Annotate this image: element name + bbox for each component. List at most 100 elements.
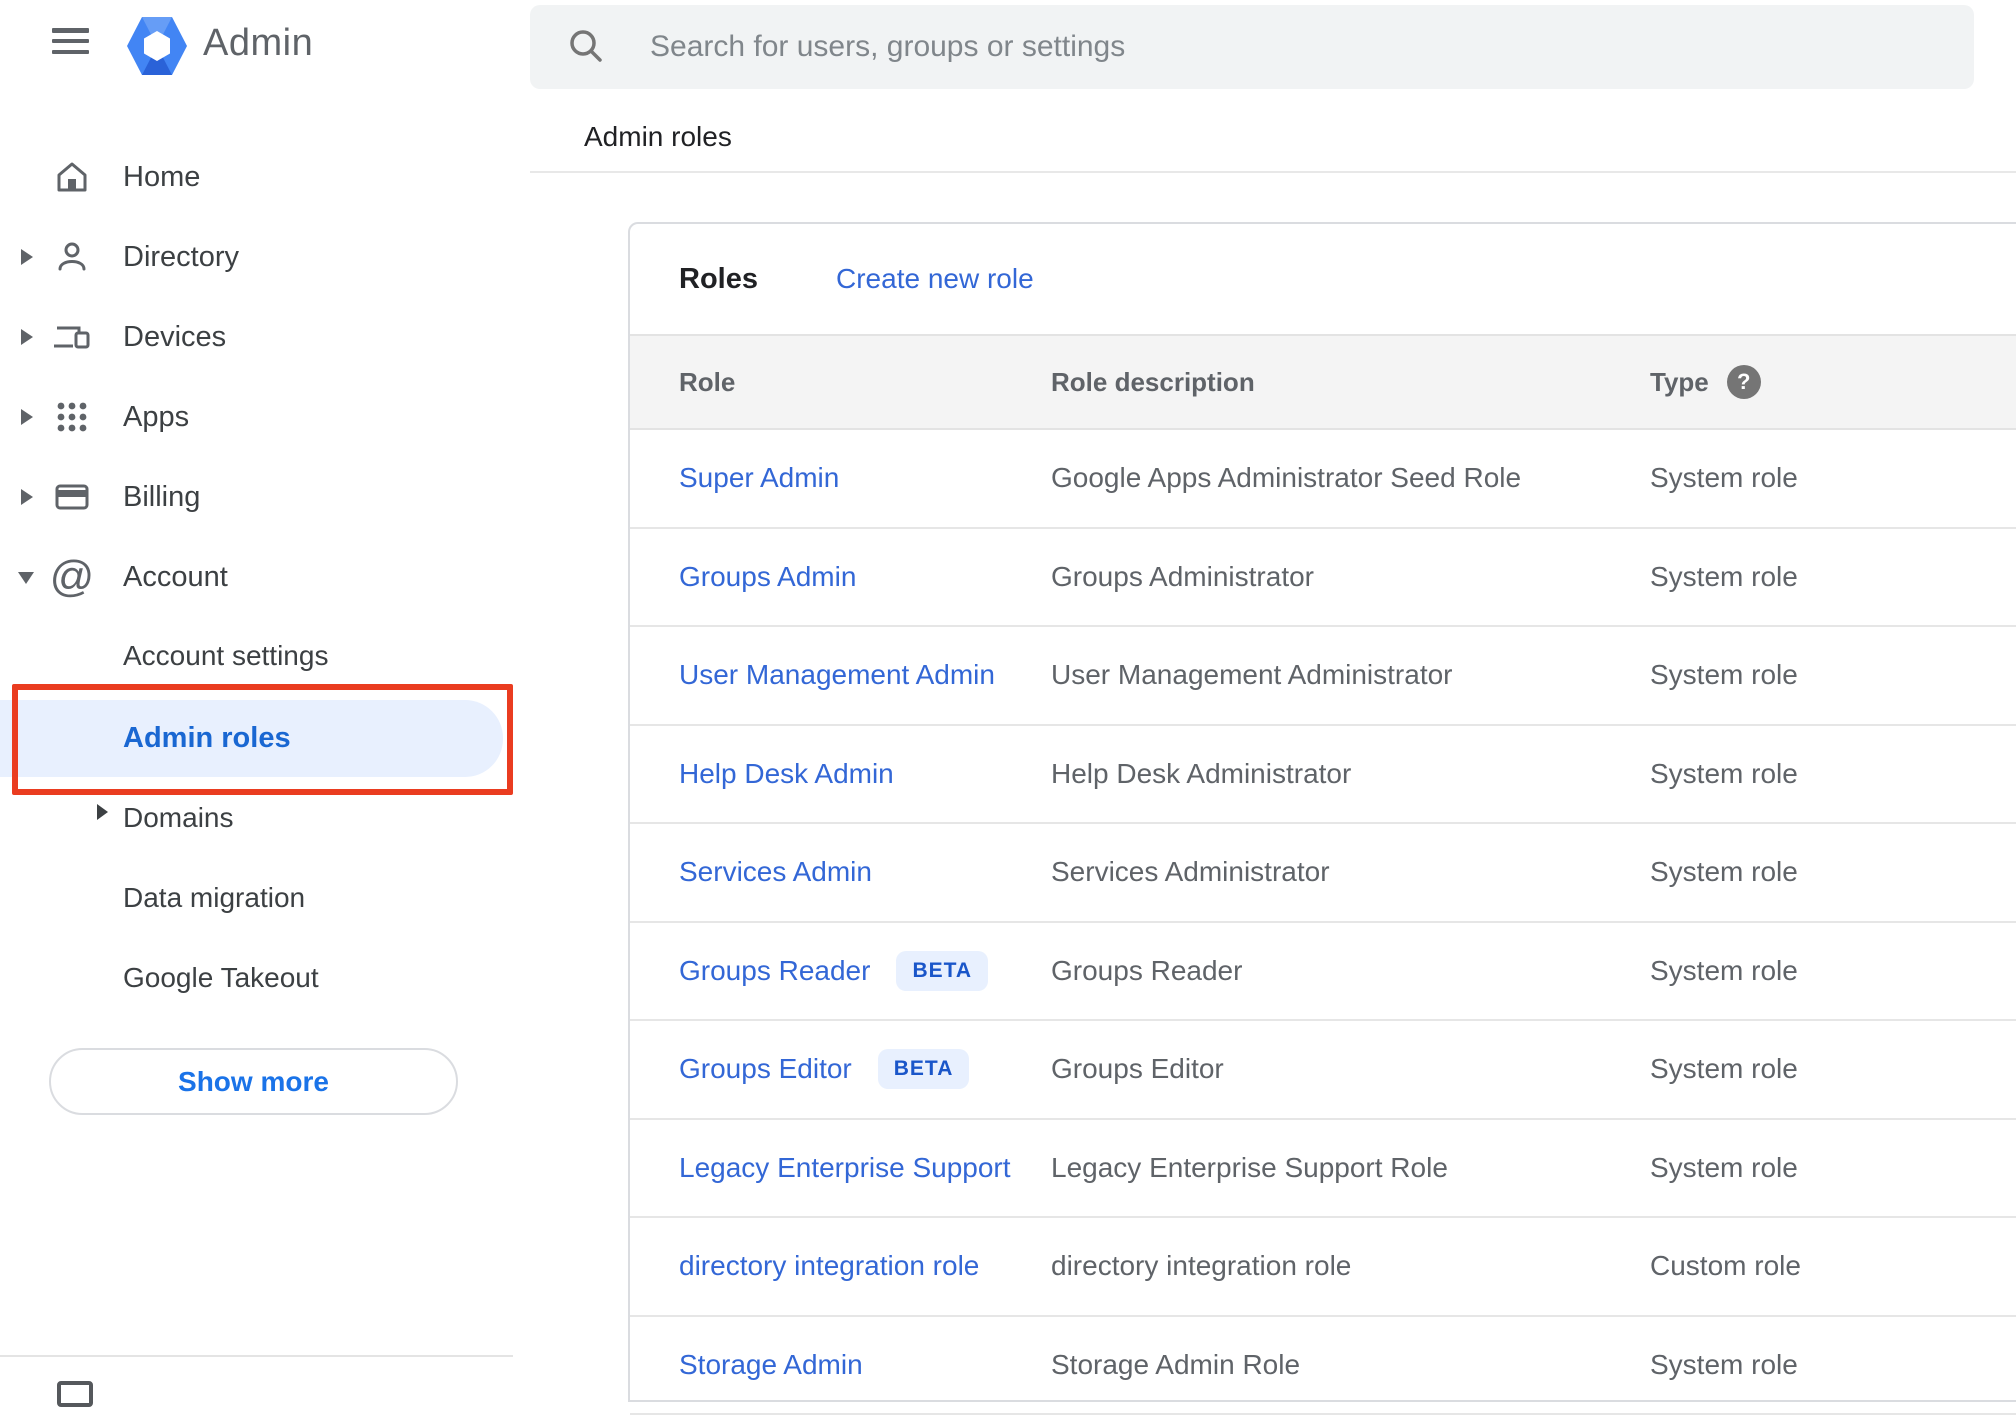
at-sign-icon: @ [52,557,92,597]
sidebar-item-billing[interactable]: Billing [0,457,513,537]
role-link[interactable]: Help Desk Admin [679,758,894,790]
role-type: System role [1650,1349,1798,1381]
person-icon [52,237,92,277]
role-type: System role [1650,1053,1798,1085]
role-description: Groups Administrator [1051,561,1650,593]
role-description: Help Desk Administrator [1051,758,1650,790]
sidebar-item-account-settings[interactable]: Account settings [0,616,513,694]
header-divider [530,171,2016,173]
role-description: User Management Administrator [1051,659,1650,691]
table-row: Help Desk Admin Help Desk Administrator … [630,726,2016,825]
devices-icon [52,317,92,357]
beta-badge: BETA [878,1049,970,1089]
table-row: directory integration role directory int… [630,1218,2016,1317]
apps-grid-icon [52,397,92,437]
table-row: Services Admin Services Administrator Sy… [630,824,2016,923]
expand-arrow-icon[interactable] [21,249,33,265]
collapse-arrow-icon[interactable] [18,572,34,584]
role-link[interactable]: Groups Admin [679,561,856,593]
sidebar-subitem-label: Data migration [123,882,305,914]
sidebar-divider [0,1355,513,1357]
sidebar-item-directory[interactable]: Directory [0,217,513,297]
home-icon [52,157,92,197]
sidebar-item-label: Billing [123,481,200,514]
sidebar-item-google-takeout[interactable]: Google Takeout [0,938,513,1016]
search-icon [566,27,606,67]
role-cell: Storage Admin [679,1349,1051,1381]
sidebar-item-account[interactable]: @ Account [0,537,513,617]
roles-table-body: Super Admin Google Apps Administrator Se… [630,430,2016,1415]
role-cell: Groups Editor BETA [679,1049,1051,1089]
roles-card: Roles Create new role Role Role descript… [628,222,2016,1402]
search-placeholder: Search for users, groups or settings [650,30,1125,64]
role-cell: Groups Admin [679,561,1051,593]
role-description: Groups Reader [1051,955,1650,987]
table-header-row: Role Role description Type ? [630,334,2016,430]
sidebar-item-apps[interactable]: Apps [0,377,513,457]
sidebar-subitem-label: Admin roles [123,722,291,755]
expand-arrow-icon[interactable] [21,489,33,505]
role-type: System role [1650,462,1798,494]
role-cell: Help Desk Admin [679,758,1051,790]
expand-arrow-icon[interactable] [21,329,33,345]
search-input[interactable]: Search for users, groups or settings [530,5,1974,89]
role-link[interactable]: Services Admin [679,856,872,888]
sidebar: Admin Home Directory Devices [0,0,513,1396]
role-cell: Services Admin [679,856,1051,888]
column-header-role-description: Role description [1051,367,1650,398]
role-type: System role [1650,856,1798,888]
role-description: directory integration role [1051,1250,1650,1282]
table-row: Storage Admin Storage Admin Role System … [630,1317,2016,1415]
role-cell: Legacy Enterprise Support [679,1152,1051,1184]
sidebar-item-domains[interactable]: Domains [0,778,513,856]
table-row: User Management Admin User Management Ad… [630,627,2016,726]
role-description: Services Administrator [1051,856,1650,888]
role-type: Custom role [1650,1250,1801,1282]
menu-icon[interactable] [52,28,89,54]
beta-badge: BETA [896,951,988,991]
sidebar-item-admin-roles[interactable]: Admin roles [0,700,503,777]
role-link[interactable]: Legacy Enterprise Support [679,1152,1011,1184]
page-title: Admin roles [584,121,732,153]
clipped-bottom-icon [57,1381,93,1407]
create-new-role-link[interactable]: Create new role [836,263,1034,295]
column-header-type: Type ? [1650,365,1761,399]
role-description: Legacy Enterprise Support Role [1051,1152,1650,1184]
role-type: System role [1650,1152,1798,1184]
card-title: Roles [679,263,836,296]
credit-card-icon [52,477,92,517]
sidebar-subitem-label: Account settings [123,640,328,672]
sidebar-item-label: Account [123,561,228,594]
role-link[interactable]: Super Admin [679,462,839,494]
role-description: Google Apps Administrator Seed Role [1051,462,1650,494]
expand-arrow-icon[interactable] [97,804,108,820]
expand-arrow-icon[interactable] [21,409,33,425]
sidebar-item-label: Devices [123,321,226,354]
show-more-button[interactable]: Show more [49,1048,458,1115]
sidebar-subitem-label: Google Takeout [123,962,319,994]
role-link[interactable]: User Management Admin [679,659,995,691]
column-header-type-label: Type [1650,367,1709,398]
role-description: Storage Admin Role [1051,1349,1650,1381]
role-type: System role [1650,758,1798,790]
table-row: Groups Reader BETA Groups Reader System … [630,923,2016,1022]
role-type: System role [1650,561,1798,593]
role-link[interactable]: directory integration role [679,1250,979,1282]
role-cell: Super Admin [679,462,1051,494]
sidebar-item-data-migration[interactable]: Data migration [0,858,513,936]
sidebar-item-label: Home [123,161,200,194]
sidebar-item-home[interactable]: Home [0,137,513,217]
sidebar-item-label: Apps [123,401,189,434]
role-cell: directory integration role [679,1250,1051,1282]
help-icon[interactable]: ? [1727,365,1761,399]
role-description: Groups Editor [1051,1053,1650,1085]
sidebar-item-devices[interactable]: Devices [0,297,513,377]
sidebar-item-label: Directory [123,241,239,274]
role-link[interactable]: Groups Editor [679,1053,852,1085]
role-link[interactable]: Storage Admin [679,1349,863,1381]
column-header-role: Role [679,367,1051,398]
role-link[interactable]: Groups Reader [679,955,870,987]
table-row: Groups Admin Groups Administrator System… [630,529,2016,628]
table-row: Groups Editor BETA Groups Editor System … [630,1021,2016,1120]
table-row: Super Admin Google Apps Administrator Se… [630,430,2016,529]
